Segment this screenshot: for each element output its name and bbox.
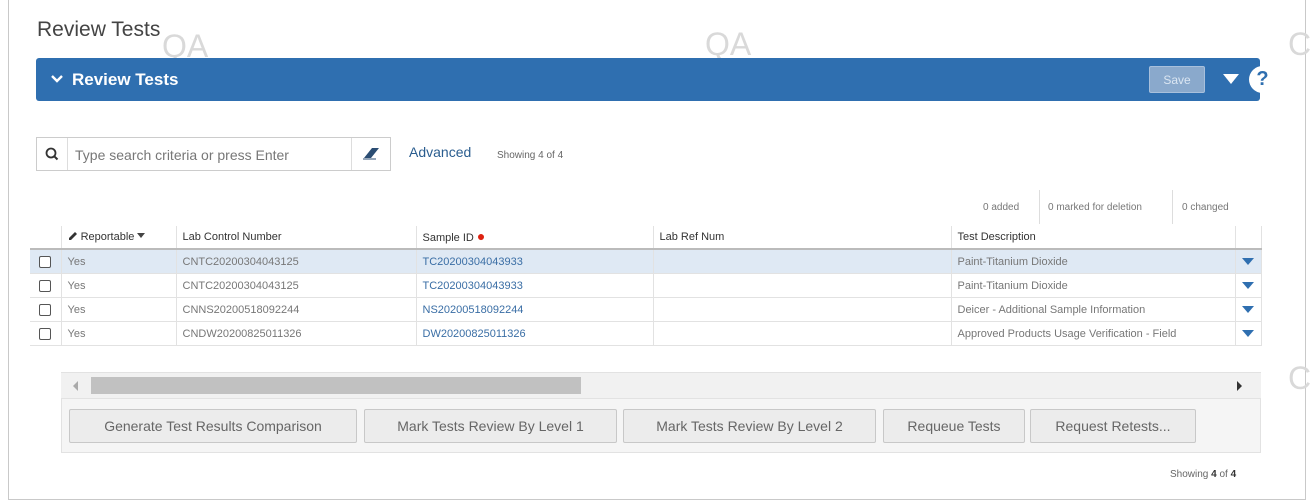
- cell-lab-control-number[interactable]: CNDW20200825011326: [176, 321, 417, 346]
- row-checkbox[interactable]: [39, 279, 52, 292]
- cell-test-description[interactable]: Paint-Titanium Dioxide: [951, 249, 1236, 274]
- search-box: [36, 137, 391, 171]
- column-header-sample-id[interactable]: Sample ID ●: [416, 226, 654, 250]
- cell-reportable[interactable]: Yes: [61, 297, 177, 322]
- table-row[interactable]: Yes CNNS20200518092244 NS20200518092244 …: [30, 297, 1262, 322]
- chevron-down-icon[interactable]: [50, 72, 64, 86]
- table-row[interactable]: Yes CNTC20200304043125 TC20200304043933 …: [30, 249, 1262, 274]
- row-checkbox[interactable]: [39, 327, 52, 340]
- change-counters: 0 added 0 marked for deletion 0 changed: [970, 190, 1260, 224]
- action-bar: Generate Test Results Comparison Mark Te…: [61, 398, 1261, 453]
- changed-counter: 0 changed: [1182, 202, 1229, 213]
- cell-reportable[interactable]: Yes: [61, 321, 177, 346]
- row-expand-icon[interactable]: [1242, 305, 1254, 313]
- row-expand-icon[interactable]: [1242, 329, 1254, 337]
- cell-lab-ref-num[interactable]: [653, 297, 952, 322]
- cell-lab-ref-num[interactable]: [653, 249, 952, 274]
- header-expand-cell: [1235, 226, 1262, 250]
- cell-sample-id[interactable]: TC20200304043933: [416, 273, 654, 298]
- required-icon: ●: [476, 227, 486, 244]
- cell-test-description[interactable]: Deicer - Additional Sample Information: [951, 297, 1236, 322]
- save-button[interactable]: Save: [1149, 66, 1205, 93]
- table-row[interactable]: Yes CNDW20200825011326 DW20200825011326 …: [30, 321, 1262, 346]
- mark-review-level2-button[interactable]: Mark Tests Review By Level 2: [623, 409, 876, 443]
- cell-lab-control-number[interactable]: CNTC20200304043125: [176, 273, 417, 298]
- advanced-search-link[interactable]: Advanced: [409, 144, 471, 160]
- cell-lab-control-number[interactable]: CNTC20200304043125: [176, 249, 417, 274]
- mark-review-level1-button[interactable]: Mark Tests Review By Level 1: [364, 409, 617, 443]
- panel-title[interactable]: Review Tests: [72, 70, 178, 90]
- column-label: Reportable: [80, 231, 135, 243]
- cell-lab-control-number[interactable]: CNNS20200518092244: [176, 297, 417, 322]
- review-tests-grid: Reportable Lab Control Number Sample ID …: [30, 226, 1262, 346]
- cell-lab-ref-num[interactable]: [653, 321, 952, 346]
- column-header-test-description[interactable]: Test Description: [951, 226, 1236, 250]
- row-checkbox[interactable]: [39, 303, 52, 316]
- request-retests-button[interactable]: Request Retests...: [1030, 409, 1196, 443]
- row-expand-icon[interactable]: [1242, 281, 1254, 289]
- scrollbar-thumb[interactable]: [91, 377, 581, 394]
- cell-sample-id[interactable]: DW20200825011326: [416, 321, 654, 346]
- added-counter: 0 added: [983, 202, 1020, 213]
- watermark: C: [1288, 26, 1312, 62]
- scroll-left-arrow-icon[interactable]: [73, 381, 78, 391]
- generate-comparison-button[interactable]: Generate Test Results Comparison: [69, 409, 357, 443]
- search-icon[interactable]: [37, 138, 68, 170]
- column-label: Sample ID: [422, 231, 474, 244]
- cell-reportable[interactable]: Yes: [61, 273, 177, 298]
- scroll-right-arrow-icon[interactable]: [1237, 381, 1242, 391]
- search-input[interactable]: [73, 144, 347, 166]
- cell-reportable[interactable]: Yes: [61, 249, 177, 274]
- column-header-reportable[interactable]: Reportable: [61, 226, 177, 250]
- watermark: C: [1288, 360, 1312, 396]
- panel-header: Review Tests Save ?: [36, 58, 1276, 101]
- requeue-tests-button[interactable]: Requeue Tests: [883, 409, 1025, 443]
- table-header-row: Reportable Lab Control Number Sample ID …: [30, 226, 1262, 250]
- cell-test-description[interactable]: Approved Products Usage Verification - F…: [951, 321, 1236, 346]
- cell-sample-id[interactable]: TC20200304043933: [416, 249, 654, 274]
- footer-showing-count: Showing 4 of 4: [1170, 469, 1237, 480]
- row-expand-icon[interactable]: [1242, 257, 1254, 265]
- help-icon[interactable]: ?: [1249, 66, 1276, 93]
- cell-lab-ref-num[interactable]: [653, 273, 952, 298]
- table-row[interactable]: Yes CNTC20200304043125 TC20200304043933 …: [30, 273, 1262, 298]
- column-header-lab-control-number[interactable]: Lab Control Number: [176, 226, 417, 250]
- sort-caret-icon[interactable]: [137, 233, 146, 239]
- row-checkbox[interactable]: [39, 255, 52, 268]
- showing-count: Showing 4 of 4: [497, 150, 564, 161]
- deletion-counter: 0 marked for deletion: [1048, 202, 1142, 213]
- horizontal-scrollbar[interactable]: [61, 372, 1261, 399]
- select-all-cell: [30, 226, 62, 250]
- pencil-icon: [68, 232, 77, 240]
- caret-down-icon[interactable]: [1222, 72, 1240, 86]
- page-title: Review Tests: [37, 18, 161, 41]
- column-header-lab-ref-num[interactable]: Lab Ref Num: [653, 226, 952, 250]
- cell-sample-id[interactable]: NS20200518092244: [416, 297, 654, 322]
- cell-test-description[interactable]: Paint-Titanium Dioxide: [951, 273, 1236, 298]
- eraser-icon[interactable]: [351, 138, 390, 170]
